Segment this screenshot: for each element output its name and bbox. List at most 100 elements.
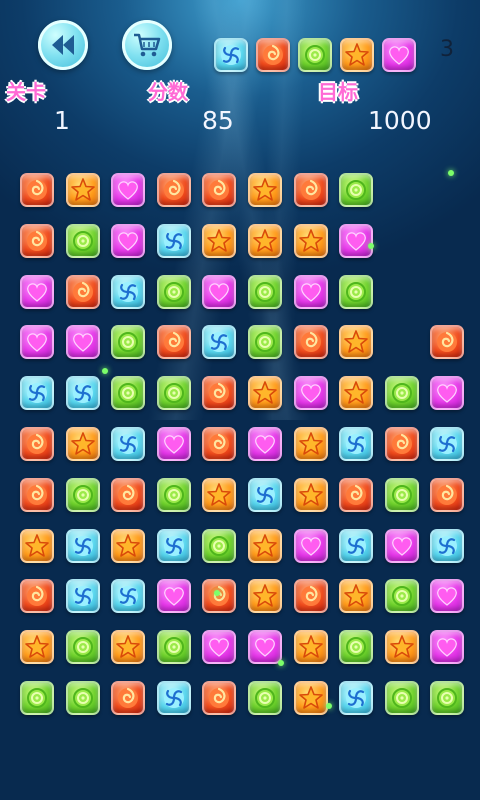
gem-tile[interactable] xyxy=(202,376,236,410)
gem-tile[interactable] xyxy=(202,579,236,613)
gem-tile[interactable] xyxy=(111,275,145,309)
gem-tile[interactable] xyxy=(157,325,191,359)
gem-tile[interactable] xyxy=(111,376,145,410)
gem-tile[interactable] xyxy=(339,681,373,715)
gem-tile[interactable] xyxy=(430,427,464,461)
gem-tile[interactable] xyxy=(430,478,464,512)
gem-tile[interactable] xyxy=(339,478,373,512)
gem-tile[interactable] xyxy=(111,478,145,512)
gem-tile[interactable] xyxy=(294,173,328,207)
gem-tile[interactable] xyxy=(248,275,282,309)
gem-tile[interactable] xyxy=(385,376,419,410)
gem-tile[interactable] xyxy=(66,478,100,512)
gem-tile[interactable] xyxy=(430,579,464,613)
gem-tile[interactable] xyxy=(294,275,328,309)
gem-tile[interactable] xyxy=(294,579,328,613)
gem-tile[interactable] xyxy=(339,529,373,563)
gem-tile[interactable] xyxy=(66,630,100,664)
gem-tile[interactable] xyxy=(202,427,236,461)
gem-tile[interactable] xyxy=(157,579,191,613)
gem-tile[interactable] xyxy=(66,275,100,309)
gem-tile[interactable] xyxy=(111,630,145,664)
gem-tile[interactable] xyxy=(202,275,236,309)
gem-tile[interactable] xyxy=(294,630,328,664)
gem-tile[interactable] xyxy=(157,478,191,512)
gem-tile[interactable] xyxy=(111,579,145,613)
gem-tile[interactable] xyxy=(430,529,464,563)
gem-tile[interactable] xyxy=(202,325,236,359)
gem-tile[interactable] xyxy=(339,579,373,613)
gem-tile[interactable] xyxy=(248,427,282,461)
gem-tile[interactable] xyxy=(111,427,145,461)
gem-tile[interactable] xyxy=(385,579,419,613)
gem-tile[interactable] xyxy=(20,630,54,664)
gem-tile[interactable] xyxy=(202,681,236,715)
gem-tile[interactable] xyxy=(294,376,328,410)
gem-tile[interactable] xyxy=(385,681,419,715)
gem-tile[interactable] xyxy=(430,325,464,359)
gem-tile[interactable] xyxy=(294,478,328,512)
gem-tile[interactable] xyxy=(294,224,328,258)
gem-tile[interactable] xyxy=(157,681,191,715)
gem-tile[interactable] xyxy=(66,325,100,359)
gem-tile[interactable] xyxy=(111,173,145,207)
gem-tile[interactable] xyxy=(157,224,191,258)
gem-tile[interactable] xyxy=(202,630,236,664)
gem-tile[interactable] xyxy=(339,173,373,207)
gem-tile[interactable] xyxy=(157,630,191,664)
gem-tile[interactable] xyxy=(430,630,464,664)
gem-tile[interactable] xyxy=(157,529,191,563)
gem-tile[interactable] xyxy=(248,325,282,359)
gem-tile[interactable] xyxy=(294,325,328,359)
gem-tile[interactable] xyxy=(248,376,282,410)
gem-tile[interactable] xyxy=(66,529,100,563)
gem-tile[interactable] xyxy=(248,173,282,207)
gem-tile[interactable] xyxy=(339,224,373,258)
gem-tile[interactable] xyxy=(157,376,191,410)
gem-tile[interactable] xyxy=(111,224,145,258)
gem-tile[interactable] xyxy=(66,427,100,461)
gem-tile[interactable] xyxy=(157,275,191,309)
gem-tile[interactable] xyxy=(248,579,282,613)
gem-tile[interactable] xyxy=(20,681,54,715)
gem-tile[interactable] xyxy=(20,173,54,207)
gem-tile[interactable] xyxy=(385,427,419,461)
gem-tile[interactable] xyxy=(248,630,282,664)
gem-tile[interactable] xyxy=(294,529,328,563)
gem-tile[interactable] xyxy=(157,173,191,207)
gem-tile[interactable] xyxy=(202,478,236,512)
gem-tile[interactable] xyxy=(339,427,373,461)
gem-tile[interactable] xyxy=(385,478,419,512)
gem-tile[interactable] xyxy=(66,681,100,715)
gem-tile[interactable] xyxy=(430,681,464,715)
gem-tile[interactable] xyxy=(430,376,464,410)
gem-tile[interactable] xyxy=(339,630,373,664)
gem-tile[interactable] xyxy=(339,376,373,410)
gem-tile[interactable] xyxy=(66,376,100,410)
gem-tile[interactable] xyxy=(20,224,54,258)
gem-tile[interactable] xyxy=(339,275,373,309)
gem-tile[interactable] xyxy=(111,681,145,715)
gem-tile[interactable] xyxy=(385,630,419,664)
gem-tile[interactable] xyxy=(20,325,54,359)
gem-tile[interactable] xyxy=(66,173,100,207)
gem-tile[interactable] xyxy=(248,681,282,715)
gem-tile[interactable] xyxy=(157,427,191,461)
gem-tile[interactable] xyxy=(111,529,145,563)
gem-tile[interactable] xyxy=(202,224,236,258)
gem-tile[interactable] xyxy=(202,173,236,207)
gem-tile[interactable] xyxy=(294,427,328,461)
gem-tile[interactable] xyxy=(20,275,54,309)
gem-tile[interactable] xyxy=(20,579,54,613)
gem-tile[interactable] xyxy=(20,529,54,563)
gem-tile[interactable] xyxy=(248,529,282,563)
gem-tile[interactable] xyxy=(248,478,282,512)
gem-tile[interactable] xyxy=(20,427,54,461)
gem-tile[interactable] xyxy=(248,224,282,258)
gem-tile[interactable] xyxy=(20,376,54,410)
gem-tile[interactable] xyxy=(111,325,145,359)
gem-tile[interactable] xyxy=(294,681,328,715)
gem-tile[interactable] xyxy=(20,478,54,512)
gem-tile[interactable] xyxy=(385,529,419,563)
gem-tile[interactable] xyxy=(339,325,373,359)
